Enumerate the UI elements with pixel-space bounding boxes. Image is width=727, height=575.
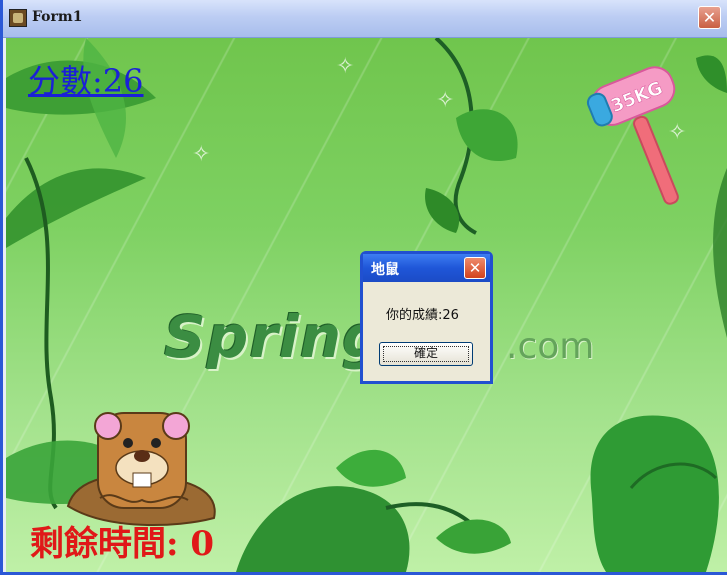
dialog-close-icon[interactable]: ✕ bbox=[464, 257, 486, 279]
title-bar[interactable]: Form1 ✕ bbox=[3, 0, 727, 38]
window-title: Form1 bbox=[32, 9, 83, 25]
window-close-button[interactable]: ✕ bbox=[698, 6, 721, 29]
app-icon bbox=[9, 9, 27, 27]
result-dialog: 地鼠 ✕ 你的成績:26 確定 bbox=[360, 251, 493, 384]
dialog-title: 地鼠 bbox=[371, 262, 399, 278]
app-window: Form1 ✕ ✧ ✧ ✧ ✧ Spring .com 分數:26 35KG 剩… bbox=[0, 0, 727, 575]
ok-button[interactable]: 確定 bbox=[379, 342, 473, 366]
time-remaining: 剩餘時間: 0 bbox=[30, 524, 215, 564]
dialog-title-bar[interactable]: 地鼠 ✕ bbox=[363, 254, 490, 282]
dialog-message: 你的成績:26 bbox=[386, 308, 459, 323]
